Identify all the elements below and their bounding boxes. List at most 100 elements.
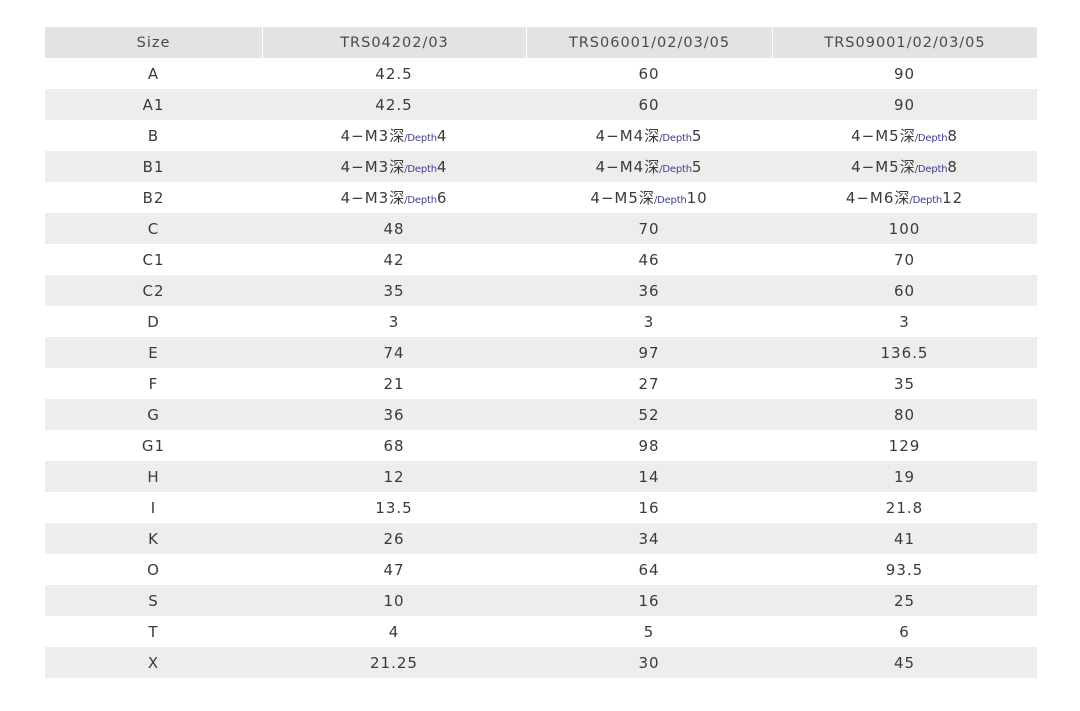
size-label: D [45, 306, 262, 337]
value-cell: 97 [526, 337, 772, 368]
value-cell: 4−M5深/Depth10 [526, 182, 772, 213]
table-row: C 48 70 100 [45, 213, 1037, 244]
depth-prefix: 4−M5 [590, 189, 639, 207]
depth-value: 5 [691, 158, 703, 176]
size-label: A1 [45, 89, 262, 120]
table-row: B 4−M3深/Depth4 4−M4深/Depth5 4−M5深/Depth8 [45, 120, 1037, 151]
size-label: B1 [45, 151, 262, 182]
depth-cn: 深 [894, 189, 910, 207]
depth-cn: 深 [389, 189, 405, 207]
value-cell: 16 [526, 585, 772, 616]
header-size: Size [45, 27, 262, 58]
size-label: C1 [45, 244, 262, 275]
depth-en-label: /Depth [914, 164, 948, 175]
table-row: T456 [45, 616, 1037, 647]
table-row: G1 68 98 129 [45, 430, 1037, 461]
value-cell: 64 [526, 554, 772, 585]
value-cell: 35 [262, 275, 526, 306]
depth-cn: 深 [389, 127, 405, 145]
value-cell: 70 [772, 244, 1037, 275]
size-label: B [45, 120, 262, 151]
depth-cn: 深 [644, 127, 660, 145]
value-cell: 74 [262, 337, 526, 368]
table-row: A 42.5 60 90 [45, 58, 1037, 89]
depth-prefix: 4−M3 [340, 158, 390, 176]
size-label: C2 [45, 275, 262, 306]
value-cell: 4 [262, 616, 526, 647]
value-cell: 4−M6深/Depth12 [772, 182, 1037, 213]
value-cell: 34 [526, 523, 772, 554]
value-cell: 90 [772, 58, 1037, 89]
depth-value: 12 [942, 189, 964, 207]
table-row: E 74 97 136.5 [45, 337, 1037, 368]
value-cell: 30 [526, 647, 772, 678]
value-cell: 47 [262, 554, 526, 585]
size-label: G [45, 399, 262, 430]
depth-en-label: /Depth [909, 195, 943, 206]
size-label: F [45, 368, 262, 399]
value-cell: 4−M5深/Depth8 [772, 151, 1037, 182]
depth-value: 5 [691, 127, 703, 145]
depth-en-label: /Depth [653, 195, 687, 206]
table-row: I 13.5 16 21.8 [45, 492, 1037, 523]
value-cell: 21 [262, 368, 526, 399]
value-cell: 3 [262, 306, 526, 337]
depth-prefix: 4−M5 [851, 127, 900, 145]
header-model-2: TRS06001/02/03/05 [526, 27, 772, 58]
value-cell: 60 [772, 275, 1037, 306]
value-cell: 27 [526, 368, 772, 399]
table-row: X 21.25 30 45 [45, 647, 1037, 678]
size-label: S [45, 585, 262, 616]
depth-value: 8 [947, 158, 958, 176]
value-cell: 129 [772, 430, 1037, 461]
size-label: T [45, 616, 262, 647]
depth-prefix: 4−M6 [845, 189, 895, 207]
table-row: C2 35 36 60 [45, 275, 1037, 306]
value-cell: 26 [262, 523, 526, 554]
value-cell: 10 [262, 585, 526, 616]
value-cell: 46 [526, 244, 772, 275]
depth-prefix: 4−M5 [851, 158, 900, 176]
depth-cn: 深 [644, 158, 660, 176]
size-label: K [45, 523, 262, 554]
depth-en-label: /Depth [659, 133, 692, 144]
value-cell: 68 [262, 430, 526, 461]
table-row: B1 4−M3深/Depth4 4−M4深/Depth5 4−M5深/Depth8 [45, 151, 1037, 182]
value-cell: 41 [772, 523, 1037, 554]
value-cell: 42.5 [262, 58, 526, 89]
table-row: G 36 52 80 [45, 399, 1037, 430]
value-cell: 16 [526, 492, 772, 523]
value-cell: 14 [526, 461, 772, 492]
depth-prefix: 4−M4 [595, 127, 645, 145]
value-cell: 4−M4深/Depth5 [526, 151, 772, 182]
size-label: B2 [45, 182, 262, 213]
size-label: H [45, 461, 262, 492]
depth-prefix: 4−M4 [595, 158, 645, 176]
depth-en-label: /Depth [404, 195, 437, 206]
value-cell: 136.5 [772, 337, 1037, 368]
value-cell: 60 [526, 89, 772, 120]
table-row: H 12 14 19 [45, 461, 1037, 492]
value-cell: 12 [262, 461, 526, 492]
value-cell: 25 [772, 585, 1037, 616]
value-cell: 6 [772, 616, 1037, 647]
value-cell: 42.5 [262, 89, 526, 120]
size-label: X [45, 647, 262, 678]
depth-en-label: /Depth [404, 133, 437, 144]
value-cell: 100 [772, 213, 1037, 244]
value-cell: 3 [772, 306, 1037, 337]
value-cell: 80 [772, 399, 1037, 430]
value-cell: 21.8 [772, 492, 1037, 523]
size-label: O [45, 554, 262, 585]
value-cell: 48 [262, 213, 526, 244]
depth-en-label: /Depth [404, 164, 437, 175]
depth-value: 4 [436, 158, 448, 176]
value-cell: 93.5 [772, 554, 1037, 585]
value-cell: 4−M3深/Depth6 [262, 182, 526, 213]
depth-cn: 深 [899, 158, 915, 176]
header-model-1: TRS04202/03 [262, 27, 526, 58]
value-cell: 13.5 [262, 492, 526, 523]
depth-cn: 深 [899, 127, 915, 145]
value-cell: 45 [772, 647, 1037, 678]
depth-value: 8 [947, 127, 958, 145]
